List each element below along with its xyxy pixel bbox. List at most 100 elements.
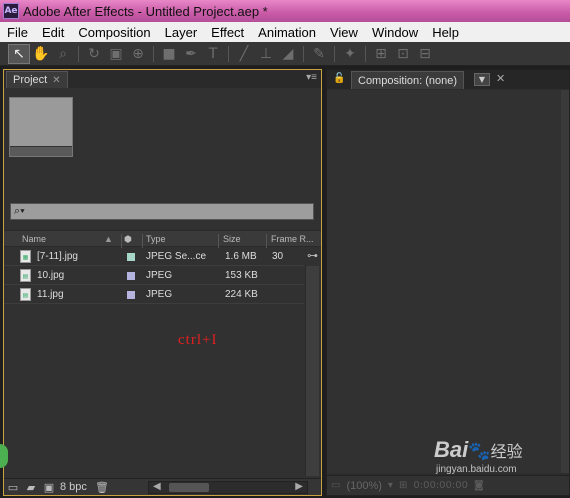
clone-stamp-tool-icon[interactable]: ⊥ — [255, 44, 277, 64]
zoom-tool-icon[interactable]: ⌕ — [52, 44, 74, 64]
column-header-type[interactable]: Type — [146, 234, 166, 244]
scroll-right-icon[interactable]: ▶ — [295, 481, 303, 492]
view-axis-icon[interactable]: ⊟ — [414, 44, 436, 64]
column-header-size[interactable]: Size — [223, 234, 241, 244]
image-sequence-icon: ▦ — [20, 250, 31, 263]
rotate-tool-icon[interactable]: ↻ — [83, 44, 105, 64]
list-item[interactable]: ▦ [7-11].jpg JPEG Se...ce 1.6 MB 30 — [4, 248, 304, 266]
watermark-url: jingyan.baidu.com — [436, 464, 517, 475]
composition-viewer[interactable] — [327, 90, 569, 473]
brush-tool-icon[interactable]: ╱ — [233, 44, 255, 64]
close-icon[interactable]: ✕ — [52, 75, 60, 86]
toolbar-divider — [228, 45, 229, 62]
rectangle-tool-icon[interactable]: ■ — [158, 44, 180, 64]
item-name: 10.jpg — [37, 270, 65, 281]
vertical-scrollbar[interactable] — [305, 266, 319, 476]
label-color-swatch[interactable] — [127, 291, 135, 299]
menu-animation[interactable]: Animation — [251, 25, 323, 40]
label-color-swatch[interactable] — [127, 272, 135, 280]
menu-window[interactable]: Window — [365, 25, 425, 40]
pan-behind-tool-icon[interactable]: ⊕ — [127, 44, 149, 64]
menu-bar: File Edit Composition Layer Effect Anima… — [0, 22, 570, 42]
menu-composition[interactable]: Composition — [71, 25, 157, 40]
mask-overlay-icon[interactable]: ▭ — [331, 480, 340, 491]
project-bottom-bar: ▭ ▰ ▣ 8 bpc 🗑 ◀ ▶ — [4, 478, 321, 495]
column-header-name[interactable]: Name — [22, 234, 46, 244]
item-name: [7-11].jpg — [37, 251, 78, 262]
label-color-swatch[interactable] — [127, 253, 135, 261]
pen-tool-icon[interactable]: ✒ — [180, 44, 202, 64]
menu-layer[interactable]: Layer — [158, 25, 205, 40]
camera-icon[interactable]: ◙ — [474, 480, 484, 491]
watermark-logo-suffix: 经验 — [490, 442, 523, 461]
roto-brush-tool-icon[interactable]: ✎ — [308, 44, 330, 64]
item-type: JPEG Se...ce — [146, 251, 207, 262]
menu-edit[interactable]: Edit — [35, 25, 71, 40]
toolbar-divider — [365, 45, 366, 62]
toolbar-divider — [78, 45, 79, 62]
column-header-frame-rate[interactable]: Frame R... — [271, 234, 314, 244]
camera-tool-icon[interactable]: ▣ — [105, 44, 127, 64]
list-item[interactable]: ▤ 10.jpg JPEG 153 KB — [4, 267, 304, 285]
column-divider[interactable] — [121, 234, 122, 248]
panel-menu-icon[interactable]: ▾≡ — [306, 72, 317, 83]
menu-view[interactable]: View — [323, 25, 365, 40]
column-divider[interactable] — [218, 234, 219, 248]
title-bar: Ae Adobe After Effects - Untitled Projec… — [0, 0, 570, 22]
new-folder-icon[interactable]: ▰ — [22, 480, 40, 494]
paw-icon: 🐾 — [468, 441, 491, 462]
watermark-logo-text: Bai — [434, 437, 469, 462]
lock-icon[interactable]: 🔓 — [333, 73, 345, 85]
trash-icon[interactable]: 🗑 — [93, 480, 111, 494]
column-divider[interactable] — [142, 234, 143, 248]
project-panel: Project ✕ ▾≡ ⌕▾ Name ▲ ⬢ Type Size Frame… — [0, 69, 322, 496]
selection-tool-icon[interactable]: ↖ — [8, 43, 30, 64]
hand-tool-icon[interactable]: ✋ — [30, 44, 52, 64]
tab-composition-label: Composition: (none) — [358, 74, 458, 87]
new-composition-icon[interactable]: ▣ — [40, 480, 58, 494]
scroll-left-icon[interactable]: ◀ — [153, 481, 161, 492]
flowchart-icon[interactable]: ⊶ — [307, 249, 321, 263]
grid-icon[interactable]: ⊞ — [399, 480, 407, 491]
project-tab-bar: Project ✕ ▾≡ — [4, 70, 321, 88]
item-name: 11.jpg — [37, 289, 64, 300]
horizontal-scrollbar[interactable]: ◀ ▶ — [148, 481, 308, 494]
column-divider[interactable] — [266, 234, 267, 248]
label-tag-icon[interactable]: ⬢ — [124, 234, 132, 245]
world-axis-icon[interactable]: ⊡ — [392, 44, 414, 64]
vertical-scrollbar[interactable] — [561, 90, 569, 473]
menu-file[interactable]: File — [0, 25, 35, 40]
list-item[interactable]: ▤ 11.jpg JPEG 224 KB — [4, 286, 304, 304]
timecode-display[interactable]: 0:00:00:00 — [413, 480, 468, 491]
item-size: 153 KB — [225, 270, 258, 281]
composition-panel: 🔓 Composition: (none) ▼ ✕ ▭ (100%) ▾ ⊞ 0… — [326, 69, 570, 496]
sort-ascending-icon[interactable]: ▲ — [104, 234, 113, 244]
toolbar-divider — [303, 45, 304, 62]
menu-effect[interactable]: Effect — [204, 25, 251, 40]
toolbar-divider — [334, 45, 335, 62]
search-input[interactable]: ⌕▾ — [10, 203, 314, 220]
shortcut-annotation: ctrl+I — [178, 332, 218, 348]
item-frame-rate: 30 — [272, 251, 284, 262]
tab-project[interactable]: Project ✕ — [6, 71, 68, 88]
interpret-footage-icon[interactable]: ▭ — [4, 480, 22, 494]
drag-handle[interactable] — [0, 444, 8, 468]
tab-composition[interactable]: Composition: (none) — [351, 71, 465, 89]
menu-help[interactable]: Help — [425, 25, 466, 40]
axis-mode-icon[interactable]: ⊞ — [370, 44, 392, 64]
item-size: 1.6 MB — [225, 251, 257, 262]
type-tool-icon[interactable]: T — [202, 44, 224, 64]
chevron-down-icon[interactable]: ▾ — [388, 480, 393, 491]
eraser-tool-icon[interactable]: ◢ — [277, 44, 299, 64]
chevron-down-icon[interactable]: ▼ — [474, 73, 490, 86]
window-title: Adobe After Effects - Untitled Project.a… — [23, 3, 268, 19]
bit-depth-button[interactable]: 8 bpc — [60, 481, 87, 493]
search-icon: ⌕▾ — [14, 205, 25, 217]
puppet-pin-tool-icon[interactable]: ✦ — [339, 44, 361, 64]
zoom-dropdown[interactable]: (100%) — [346, 480, 381, 492]
tools-bar: ↖ ✋ ⌕ ↻ ▣ ⊕ ■ ✒ T ╱ ⊥ ◢ ✎ ✦ ⊞ ⊡ ⊟ — [0, 42, 570, 66]
close-icon[interactable]: ✕ — [496, 72, 505, 85]
scroll-thumb[interactable] — [169, 483, 209, 492]
footage-preview-thumbnail — [9, 97, 73, 157]
image-file-icon: ▤ — [20, 288, 31, 301]
